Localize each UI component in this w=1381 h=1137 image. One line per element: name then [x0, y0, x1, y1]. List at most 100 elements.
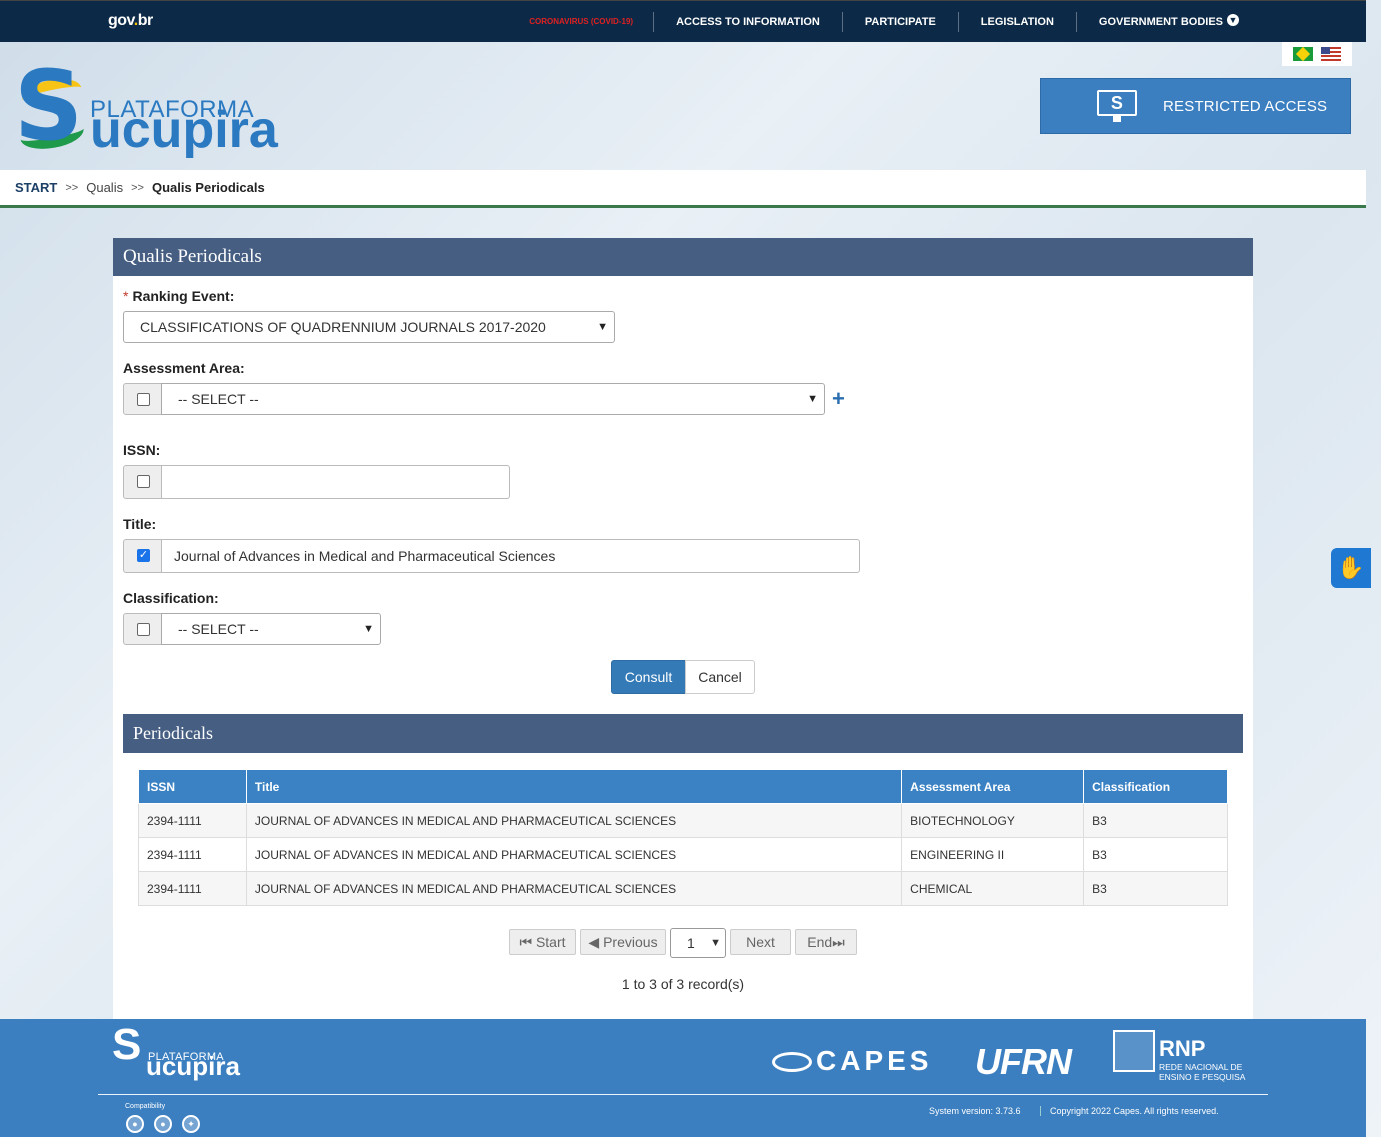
table-row[interactable]: 2394-1111 JOURNAL OF ADVANCES IN MEDICAL…	[138, 803, 1228, 838]
nav-government-bodies-label: GOVERNMENT BODIES	[1098, 16, 1223, 28]
first-page-icon: ⏮	[519, 934, 533, 950]
title-label: Title:	[123, 516, 157, 532]
cell-assessment-area: CHEMICAL	[901, 871, 1085, 906]
classification-checkbox-addon	[123, 613, 162, 645]
logo-name: ucupira	[90, 101, 278, 159]
issn-label: ISSN:	[123, 442, 161, 458]
flag-brazil-icon[interactable]	[1293, 47, 1313, 61]
rnp-logo[interactable]: RNP REDE NACIONAL DE ENSINO E PESQUISA	[1113, 1030, 1253, 1084]
breadcrumb-start[interactable]: START	[15, 180, 57, 195]
ufrn-logo[interactable]: UFRN	[975, 1041, 1072, 1083]
gov-br-logo[interactable]: gov.br	[108, 12, 153, 30]
ranking-event-label-text: Ranking Event:	[132, 288, 235, 304]
chrome-icon: ●	[126, 1115, 144, 1133]
breadcrumb-separator: >>	[131, 181, 144, 194]
gov-logo-main: gov	[108, 12, 134, 29]
nav-government-bodies[interactable]: GOVERNMENT BODIES ▼	[1075, 12, 1261, 32]
monitor-icon: S	[1097, 90, 1137, 122]
pagination: ⏮ Start ◀ Previous 1 ▼ Next End⏭	[113, 928, 1253, 958]
sucupira-logo[interactable]: S PLATAFORMA ucupira	[14, 58, 286, 162]
consult-button[interactable]: Consult	[611, 660, 686, 694]
nav-access-to-information[interactable]: ACCESS TO INFORMATION	[653, 12, 842, 32]
panel-title: Qualis Periodicals	[113, 238, 1253, 276]
pager-end-button[interactable]: End⏭	[795, 929, 857, 955]
title-input[interactable]: Journal of Advances in Medical and Pharm…	[161, 539, 860, 573]
classification-select[interactable]: -- SELECT -- ▼	[161, 613, 381, 645]
pager-start-label: Start	[535, 934, 566, 950]
assessment-area-label: Assessment Area:	[123, 360, 245, 376]
title-checkbox[interactable]: ✓	[137, 549, 150, 562]
issn-checkbox[interactable]	[137, 475, 150, 488]
title-checkbox-addon: ✓	[123, 539, 162, 573]
cell-assessment-area: ENGINEERING II	[901, 837, 1085, 872]
assessment-area-checkbox[interactable]	[137, 393, 150, 406]
footer: S PLATAFORMA ucupira CAPES UFRN RNP REDE…	[0, 1019, 1366, 1137]
records-count: 1 to 3 of 3 record(s)	[621, 976, 745, 992]
system-version: System version: 3.73.6	[929, 1106, 1021, 1116]
compatibility-label: Compatibility	[125, 1103, 166, 1110]
column-header-title[interactable]: Title	[245, 769, 903, 804]
sign-language-hand-icon[interactable]: ✋	[1331, 548, 1371, 588]
cell-classification: B3	[1083, 837, 1228, 872]
cell-title: JOURNAL OF ADVANCES IN MEDICAL AND PHARM…	[245, 871, 903, 906]
footer-logo-s: S	[112, 1020, 142, 1069]
breadcrumb-qualis[interactable]: Qualis	[86, 180, 123, 195]
pager-start-button[interactable]: ⏮ Start	[509, 929, 576, 955]
assessment-area-value: -- SELECT --	[178, 391, 259, 407]
cell-issn: 2394-1111	[138, 871, 247, 906]
monitor-screen: S	[1097, 90, 1137, 116]
column-header-issn[interactable]: ISSN	[138, 769, 247, 804]
gov-logo-suffix: br	[137, 12, 154, 29]
cell-assessment-area: BIOTECHNOLOGY	[901, 803, 1085, 838]
previous-page-icon: ◀	[588, 934, 600, 950]
qualis-panel: Qualis Periodicals * Ranking Event: CLASS…	[113, 238, 1253, 1019]
ranking-event-value: CLASSIFICATIONS OF QUADRENNIUM JOURNALS …	[140, 319, 546, 335]
add-assessment-area-icon[interactable]: +	[832, 388, 845, 410]
pager-end-label: End	[807, 934, 833, 950]
footer-sucupira-logo[interactable]: S PLATAFORMA ucupira	[112, 1023, 252, 1081]
site-header: S PLATAFORMA ucupira S RESTRICTED ACCESS	[0, 42, 1366, 170]
nav-legislation[interactable]: LEGISLATION	[957, 12, 1076, 32]
last-page-icon: ⏭	[832, 934, 845, 950]
footer-logo-name: ucupira	[146, 1051, 240, 1081]
cancel-button[interactable]: Cancel	[685, 660, 755, 694]
pager-next-button[interactable]: Next	[730, 929, 791, 955]
assessment-area-checkbox-addon	[123, 383, 162, 415]
chevron-down-icon: ▼	[807, 393, 818, 405]
pager-previous-label: Previous	[603, 934, 658, 950]
column-header-classification[interactable]: Classification	[1083, 769, 1228, 804]
restricted-access-label: RESTRICTED ACCESS	[1163, 97, 1328, 115]
monitor-stand	[1113, 116, 1121, 122]
chevron-down-icon: ▼	[710, 937, 721, 949]
browser-icons: ● ● ✦	[126, 1115, 200, 1133]
ranking-event-label: * Ranking Event:	[123, 288, 234, 304]
page-select[interactable]: 1 ▼	[670, 928, 726, 958]
breadcrumb-separator: >>	[65, 181, 79, 194]
logo-s-letter: S	[14, 50, 84, 162]
table-row[interactable]: 2394-1111 JOURNAL OF ADVANCES IN MEDICAL…	[138, 871, 1228, 906]
table-row[interactable]: 2394-1111 JOURNAL OF ADVANCES IN MEDICAL…	[138, 837, 1228, 872]
capes-logo[interactable]: CAPES	[772, 1045, 932, 1077]
restricted-access-button[interactable]: S RESTRICTED ACCESS	[1040, 78, 1351, 134]
language-flags	[1282, 42, 1352, 66]
pager-previous-button[interactable]: ◀ Previous	[580, 929, 666, 955]
flag-usa-icon[interactable]	[1321, 47, 1341, 61]
gov-bar: gov.br CORONAVIRUS (COVID-19) ACCESS TO …	[0, 0, 1366, 42]
ranking-event-select[interactable]: CLASSIFICATIONS OF QUADRENNIUM JOURNALS …	[123, 311, 615, 343]
nav-covid[interactable]: CORONAVIRUS (COVID-19)	[507, 12, 653, 32]
classification-checkbox[interactable]	[137, 623, 150, 636]
page-select-value: 1	[687, 935, 695, 951]
chevron-down-icon: ▼	[1227, 14, 1239, 26]
assessment-area-select[interactable]: -- SELECT -- ▼	[161, 383, 825, 415]
issn-input[interactable]	[161, 465, 510, 499]
firefox-icon: ●	[154, 1115, 172, 1133]
column-header-assessment-area[interactable]: Assessment Area	[901, 769, 1085, 804]
rnp-logo-text: RNP	[1159, 1036, 1206, 1061]
chevron-down-icon: ▼	[597, 321, 608, 333]
breadcrumb-current: Qualis Periodicals	[151, 180, 265, 195]
pager-next-label: Next	[746, 934, 775, 950]
capes-eye-icon	[772, 1052, 812, 1072]
periodicals-table: ISSN Title Assessment Area Classificatio…	[138, 769, 1228, 906]
nav-participate[interactable]: PARTICIPATE	[841, 12, 958, 32]
gov-nav: CORONAVIRUS (COVID-19) ACCESS TO INFORMA…	[507, 1, 1261, 43]
